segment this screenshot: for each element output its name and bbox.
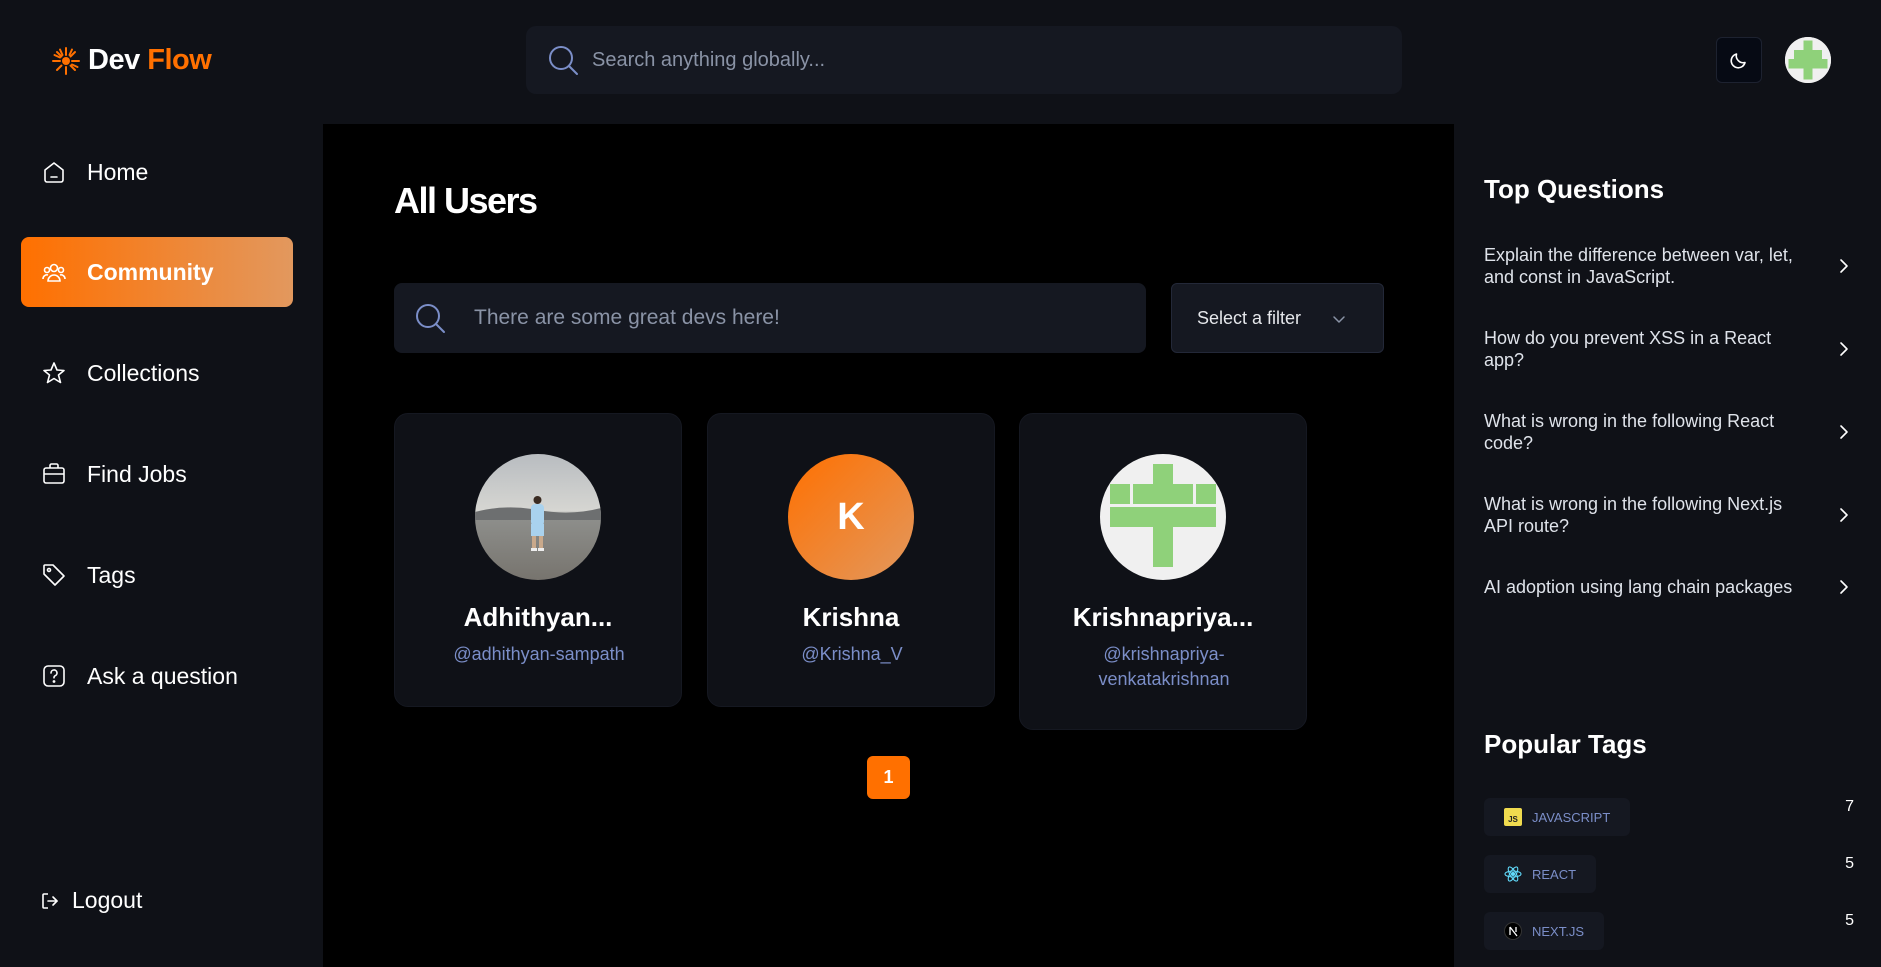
theme-toggle-button[interactable] (1716, 37, 1762, 83)
identicon-avatar-icon (1100, 454, 1226, 580)
user-avatar-initial: K (788, 454, 914, 580)
sidebar-item-label: Community (87, 258, 214, 285)
global-search-bar[interactable] (526, 26, 1402, 94)
sidebar-item-label: Collections (87, 359, 200, 386)
sidebar-item-label: Ask a question (87, 662, 238, 689)
user-avatar-photo (475, 454, 601, 580)
sidebar-item-collections[interactable]: Collections (21, 338, 293, 408)
filter-select[interactable]: Select a filter (1171, 283, 1384, 353)
top-question-item[interactable]: AI adoption using lang chain packages (1484, 576, 1854, 598)
chevron-right-icon (1840, 508, 1848, 522)
sidebar-item-community[interactable]: Community (21, 237, 293, 307)
top-bar: Dev Flow (0, 0, 1881, 124)
user-avatar-identicon (1100, 454, 1226, 580)
sidebar-item-home[interactable]: Home (21, 137, 293, 207)
tag-name: next.js (1532, 923, 1585, 939)
home-icon (44, 162, 64, 183)
search-icon (549, 46, 578, 75)
logout-button[interactable]: Logout (40, 887, 142, 914)
react-icon (1504, 866, 1522, 882)
briefcase-icon (43, 463, 65, 484)
top-questions-title: Top Questions (1484, 174, 1665, 204)
sidebar-item-find-jobs[interactable]: Find Jobs (21, 439, 293, 509)
top-question-item[interactable]: How do you prevent XSS in a React app? (1484, 327, 1854, 371)
tag-icon (43, 564, 65, 586)
brand-name-flow: Flow (147, 44, 212, 76)
chevron-right-icon (1840, 259, 1848, 273)
user-handle: @adhithyan-sampath (453, 644, 625, 664)
user-handle: @krishnapriya-venkatakrishnan (1098, 644, 1230, 689)
user-name: Krishna (802, 602, 900, 632)
brand-name: Dev Flow (88, 44, 212, 77)
chevron-down-icon (1333, 316, 1345, 323)
top-question-item[interactable]: What is wrong in the following React cod… (1484, 410, 1854, 454)
chevron-right-icon (1840, 580, 1848, 594)
page-title: All Users (394, 180, 538, 221)
user-name: Krishnapriya... (1072, 602, 1254, 632)
tag-count: 7 (1845, 798, 1854, 815)
user-name: Adhithyan... (463, 602, 613, 632)
profile-avatar[interactable] (1785, 37, 1831, 83)
popular-tags-title: Popular Tags (1484, 729, 1647, 759)
sun-logo-icon (52, 46, 80, 75)
user-photo-image (475, 454, 601, 580)
pagination-page-button[interactable]: 1 (867, 756, 910, 799)
brand-name-dev: Dev (88, 44, 140, 76)
question-icon (43, 665, 65, 687)
tag-chip-react[interactable]: react (1484, 855, 1597, 893)
filter-select-label: Select a filter (1197, 307, 1302, 328)
user-card[interactable]: Krishnapriya... @krishnapriya-venkatakri… (1019, 413, 1307, 730)
nextjs-icon (1504, 922, 1522, 940)
popular-tag-row[interactable]: JS javascript 7 (1484, 798, 1854, 836)
tag-name: javascript (1532, 809, 1611, 825)
sidebar-item-label: Tags (87, 561, 136, 588)
question-text: How do you prevent XSS in a React app? (1484, 328, 1772, 370)
user-search-input[interactable] (474, 283, 1124, 353)
svg-text:JS: JS (1508, 815, 1518, 824)
search-icon (416, 304, 445, 333)
top-question-item[interactable]: What is wrong in the following Next.js A… (1484, 493, 1854, 537)
sidebar-item-label: Home (87, 158, 149, 185)
question-text: AI adoption using lang chain packages (1484, 577, 1793, 597)
popular-tag-row[interactable]: next.js 5 (1484, 912, 1854, 950)
sidebar-item-label: Find Jobs (87, 460, 187, 487)
javascript-icon: JS (1504, 808, 1522, 826)
identicon-avatar-icon (1785, 37, 1831, 83)
right-sidebar: Top Questions Explain the difference bet… (1454, 124, 1881, 967)
tag-count: 5 (1845, 912, 1854, 929)
user-handle: @Krishna_V (801, 644, 903, 664)
question-text: What is wrong in the following Next.js A… (1484, 494, 1783, 536)
tag-name: react (1532, 866, 1577, 882)
user-card[interactable]: Adhithyan... @adhithyan-sampath (394, 413, 682, 707)
question-text: What is wrong in the following React cod… (1484, 411, 1775, 453)
chevron-right-icon (1840, 342, 1848, 356)
brand-logo[interactable]: Dev Flow (50, 44, 212, 77)
user-card[interactable]: K Krishna @Krishna_V (707, 413, 995, 707)
popular-tag-row[interactable]: react 5 (1484, 855, 1854, 893)
users-icon (42, 263, 66, 282)
star-icon (43, 362, 65, 384)
user-search-bar[interactable] (394, 283, 1146, 353)
tag-chip-javascript[interactable]: JS javascript (1484, 798, 1631, 836)
moon-icon (1730, 53, 1746, 69)
global-search-input[interactable] (592, 26, 1382, 94)
question-text: Explain the difference between var, let,… (1484, 245, 1793, 287)
sidebar-item-tags[interactable]: Tags (21, 540, 293, 610)
app: Dev Flow Home (0, 0, 1881, 967)
main-content: All Users Select a filter (323, 124, 1454, 967)
left-sidebar: Home Community Collections Find Jobs Tag… (0, 124, 323, 967)
sidebar-item-ask-question[interactable]: Ask a question (21, 641, 293, 711)
top-question-item[interactable]: Explain the difference between var, let,… (1484, 244, 1854, 288)
tag-count: 5 (1845, 855, 1854, 872)
tag-chip-nextjs[interactable]: next.js (1484, 912, 1605, 950)
chevron-right-icon (1840, 425, 1848, 439)
logout-icon (42, 892, 58, 909)
logout-label: Logout (72, 887, 143, 913)
